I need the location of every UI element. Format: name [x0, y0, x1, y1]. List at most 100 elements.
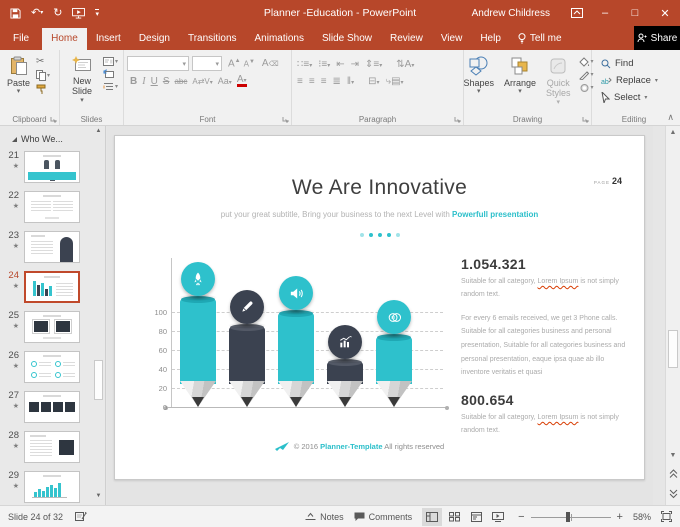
slide-thumbnail-26[interactable]: 26 ★ — [0, 348, 105, 388]
pencil-bar-analytics[interactable] — [326, 322, 364, 408]
text-shadow-icon[interactable]: S — [163, 76, 170, 87]
text-direction-icon[interactable]: ⇅A▾ — [396, 59, 414, 70]
align-left-icon[interactable]: ≡ — [297, 76, 303, 87]
slide-counter[interactable]: Slide 24 of 32 — [8, 512, 63, 522]
thumbnail-chart[interactable] — [24, 271, 80, 303]
slide-subtitle[interactable]: put your great subtitle, Bring your busi… — [115, 210, 644, 219]
scroll-up-icon[interactable]: ▲ — [666, 129, 680, 136]
thumbnail-team-banner[interactable] — [24, 151, 80, 183]
italic-icon[interactable]: I — [142, 76, 145, 87]
slide-sorter-view-button[interactable] — [444, 508, 464, 526]
decrease-indent-icon[interactable]: ⇤ — [336, 59, 344, 70]
underline-icon[interactable]: U — [151, 76, 158, 87]
collapse-ribbon-icon[interactable]: ∧ — [667, 112, 674, 123]
columns-icon[interactable]: ‖▾ — [347, 76, 354, 87]
start-slideshow-icon[interactable] — [72, 7, 86, 19]
justify-icon[interactable]: ≣ — [333, 76, 341, 87]
zoom-slider[interactable] — [530, 511, 611, 522]
panel-scrollbar[interactable]: ▲ ▼ — [93, 126, 104, 505]
numbering-icon[interactable]: ⁝≡▾ — [318, 59, 330, 70]
tab-transitions[interactable]: Transitions — [179, 28, 246, 50]
bullets-icon[interactable]: ∷≡▾ — [297, 59, 312, 70]
slide-thumbnail-21[interactable]: 21 ★ — [0, 148, 105, 188]
thumbnail-four-boxes[interactable] — [24, 391, 80, 423]
layout-icon[interactable]: ▾ — [102, 57, 118, 66]
thumbnail-teal-badges[interactable] — [24, 351, 80, 383]
slide-text-column[interactable]: 1.054.321 Suitable for all category, Lor… — [461, 256, 629, 447]
share-button[interactable]: Share — [634, 26, 680, 50]
decrease-font-size-icon[interactable]: A▼ — [244, 59, 255, 69]
slide-thumbnail-25[interactable]: 25 ★ — [0, 308, 105, 348]
pencil-bar-coins[interactable] — [375, 297, 413, 408]
zoom-level[interactable]: 58% — [633, 512, 651, 522]
thumbnail-two-boxes[interactable] — [24, 311, 80, 343]
slide-thumbnail-23[interactable]: 23 ★ — [0, 228, 105, 268]
pencil-bar-megaphone[interactable] — [277, 273, 315, 408]
thumbnail-silhouette[interactable] — [24, 231, 80, 263]
slide-24[interactable]: PAGE 24 We Are Innovative put your great … — [114, 135, 645, 480]
paragraph-dialog-launcher-icon[interactable] — [454, 116, 461, 123]
vertical-scrollbar[interactable]: ▲ ▼ — [665, 126, 680, 505]
pencil-bar-pencil[interactable] — [228, 287, 266, 408]
customize-qat-icon[interactable]: ▾ — [95, 8, 99, 18]
slide-thumbnail-27[interactable]: 27 ★ — [0, 388, 105, 428]
account-name[interactable]: Andrew Childress — [472, 8, 550, 19]
change-case-icon[interactable]: Aa▾ — [218, 76, 232, 86]
strikethrough-icon[interactable]: abc — [174, 77, 187, 86]
pencil-bar-rocket[interactable] — [179, 259, 217, 408]
fit-to-window-icon[interactable] — [661, 511, 672, 522]
maximize-button[interactable]: □ — [620, 0, 650, 26]
panel-scrollbar-thumb[interactable] — [94, 360, 103, 400]
increase-font-size-icon[interactable]: A▲ — [228, 58, 241, 69]
close-button[interactable]: ✕ — [650, 0, 680, 26]
slide-thumbnail-22[interactable]: 22 ★ — [0, 188, 105, 228]
format-painter-icon[interactable] — [36, 84, 50, 95]
font-name-combobox[interactable]: ▾ — [127, 56, 189, 71]
notes-toggle[interactable]: Notes — [305, 512, 344, 522]
thumbnail-text-box[interactable] — [24, 431, 80, 463]
minimize-button[interactable]: – — [590, 0, 620, 26]
redo-icon[interactable]: ↻ — [53, 7, 62, 19]
panel-scroll-down-icon[interactable]: ▼ — [93, 493, 104, 503]
copy-icon[interactable]: ▾ — [36, 70, 50, 81]
paste-button[interactable]: Paste ▾ — [3, 54, 34, 111]
scrollbar-thumb[interactable] — [668, 330, 678, 368]
tell-me-box[interactable]: Tell me — [510, 28, 570, 50]
font-color-icon[interactable]: A▾ — [236, 74, 247, 88]
font-size-combobox[interactable]: ▾ — [192, 56, 222, 71]
scroll-down-icon[interactable]: ▼ — [666, 452, 680, 459]
tab-insert[interactable]: Insert — [87, 28, 130, 50]
new-slide-button[interactable]: New Slide ▾ — [63, 54, 101, 111]
tab-animations[interactable]: Animations — [246, 28, 313, 50]
zoom-slider-thumb[interactable] — [565, 511, 570, 522]
thumbnail-teal-bars[interactable] — [24, 471, 80, 503]
line-spacing-icon[interactable]: ⇕≡▾ — [365, 59, 382, 70]
align-center-icon[interactable]: ≡ — [309, 76, 315, 87]
panel-scroll-up-icon[interactable]: ▲ — [93, 128, 104, 138]
reading-view-button[interactable] — [466, 508, 486, 526]
tab-home[interactable]: Home — [42, 28, 87, 50]
character-spacing-icon[interactable]: A⇄V▾ — [192, 77, 212, 86]
tab-review[interactable]: Review — [381, 28, 432, 50]
bold-icon[interactable]: B — [130, 76, 137, 87]
find-button[interactable]: Find — [601, 55, 671, 72]
quick-styles-button[interactable]: Quick Styles ▾ — [542, 54, 575, 111]
save-icon[interactable] — [10, 7, 21, 19]
slide-thumbnail-24[interactable]: 24 ★ — [0, 268, 105, 308]
slide-thumbnail-28[interactable]: 28 ★ — [0, 428, 105, 468]
next-slide-icon[interactable] — [666, 489, 680, 499]
smartart-convert-icon[interactable]: ⤷▤▾ — [385, 76, 403, 87]
cut-icon[interactable]: ✂ — [36, 57, 50, 67]
slideshow-view-button[interactable] — [488, 508, 508, 526]
thumbnail-text-cols[interactable] — [24, 191, 80, 223]
tab-file[interactable]: File — [0, 28, 42, 50]
spell-check-icon[interactable] — [75, 511, 87, 522]
zoom-in-icon[interactable]: + — [617, 511, 623, 523]
tab-help[interactable]: Help — [471, 28, 510, 50]
reset-slide-icon[interactable] — [103, 69, 118, 79]
shapes-button[interactable]: Shapes ▾ — [459, 54, 498, 111]
comments-toggle[interactable]: Comments — [354, 512, 412, 522]
increase-indent-icon[interactable]: ⇥ — [351, 59, 359, 70]
section-icon[interactable]: ▾ — [103, 82, 118, 91]
undo-icon[interactable]: ↶ ▾ — [31, 7, 43, 19]
